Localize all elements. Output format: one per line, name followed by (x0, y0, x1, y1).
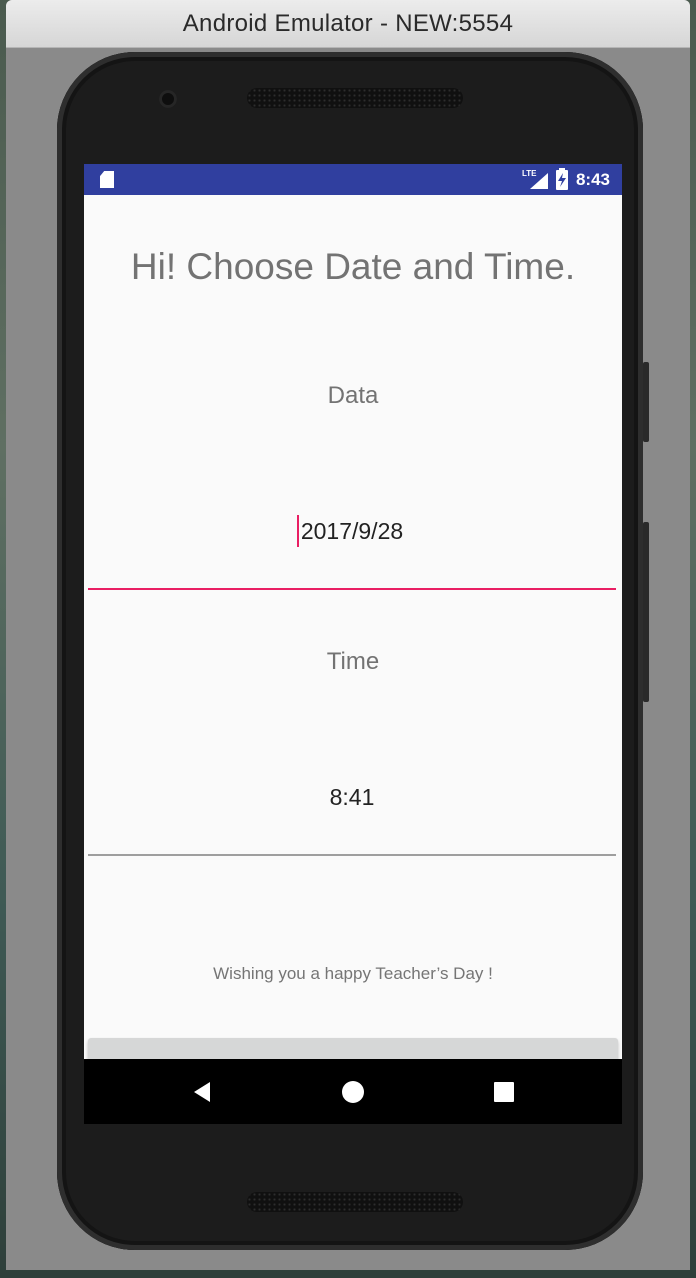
date-value: 2017/9/28 (300, 518, 404, 544)
time-value: 8:41 (329, 784, 375, 810)
home-icon[interactable] (313, 1059, 393, 1124)
time-label: Time (326, 648, 380, 675)
power-button[interactable] (643, 362, 649, 442)
greeting-message: Wishing you a happy Teacher’s Day ! (213, 964, 493, 983)
page-title: Hi! Choose Date and Time. (130, 246, 576, 287)
date-field-underline (88, 588, 616, 590)
volume-button[interactable] (643, 522, 649, 702)
time-field-underline (88, 854, 616, 856)
back-icon[interactable] (162, 1059, 242, 1124)
window-title: Android Emulator - NEW:5554 (182, 9, 514, 37)
date-label: Data (327, 382, 379, 409)
status-clock: 8:43 (575, 169, 610, 189)
phone-frame: LTE 8:43 Hi! Choose Date and Time. Data … (57, 52, 649, 1250)
emulator-window: Android Emulator - NEW:5554 LTE 8:43 Hi!… (6, 0, 690, 1270)
recents-icon[interactable] (464, 1059, 544, 1124)
window-titlebar[interactable]: Android Emulator - NEW:5554 (6, 0, 690, 48)
front-camera (159, 90, 177, 108)
status-bar: LTE 8:43 (84, 164, 622, 195)
battery-charging-icon (555, 167, 568, 190)
date-field[interactable]: 2017/9/28 (88, 510, 616, 590)
lte-signal-icon: LTE (522, 169, 548, 191)
navigation-bar (84, 1059, 622, 1124)
time-field[interactable]: 8:41 (88, 776, 616, 856)
top-speaker (247, 88, 463, 108)
sd-card-icon (100, 171, 114, 188)
device-screen: LTE 8:43 Hi! Choose Date and Time. Data … (84, 164, 622, 1124)
bottom-speaker (247, 1192, 463, 1212)
